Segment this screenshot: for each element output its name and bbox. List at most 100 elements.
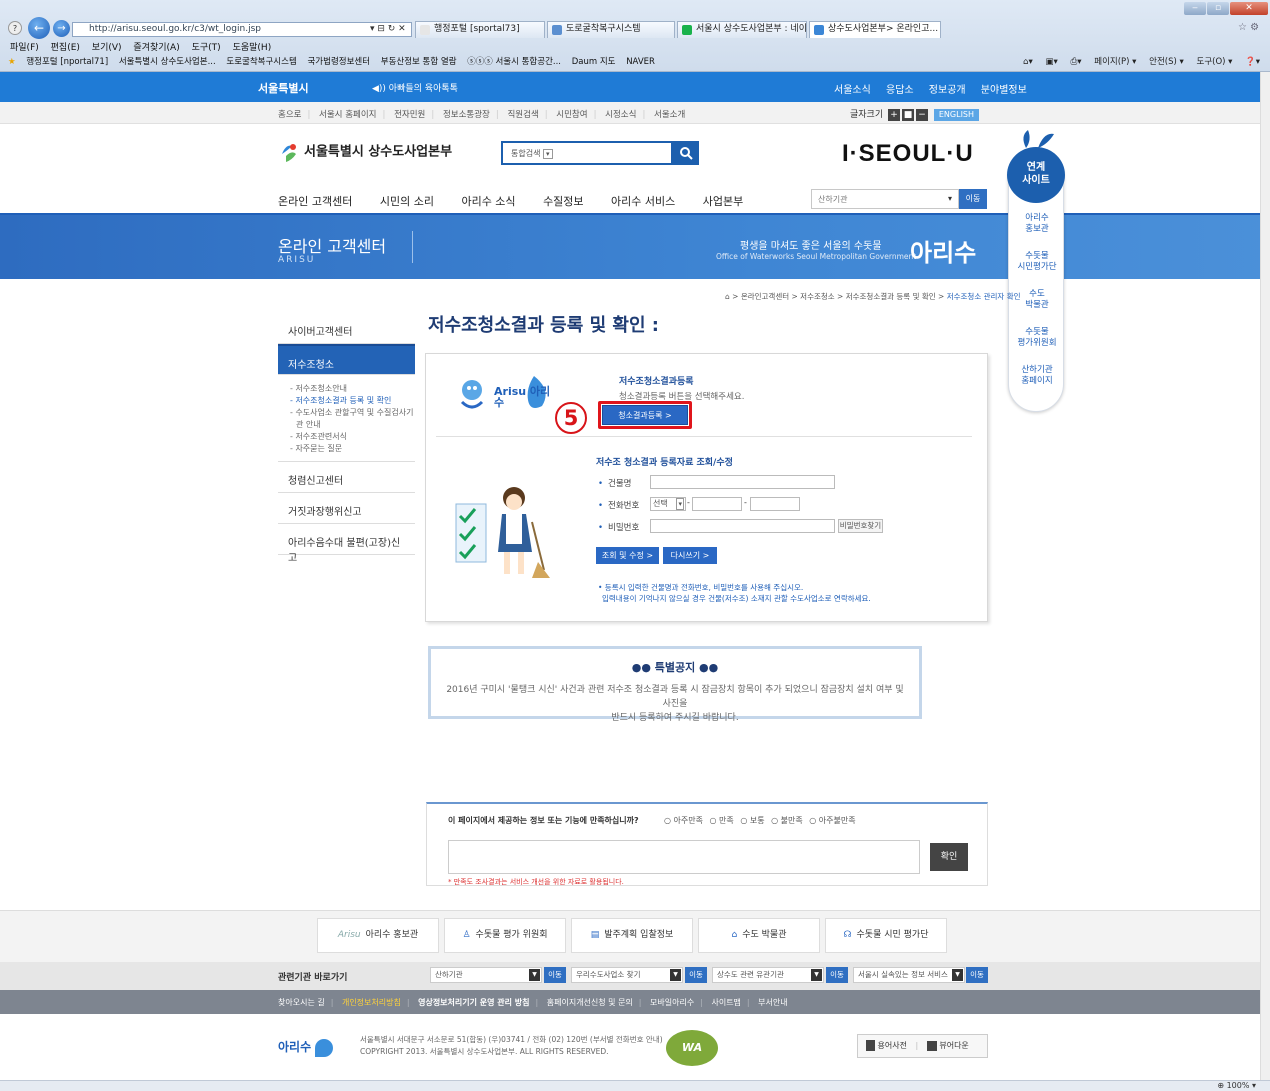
phone-middle-input[interactable] <box>692 497 742 511</box>
footer-link[interactable]: 모바일아리수 <box>650 998 694 1007</box>
gnb-item[interactable]: 수질정보 <box>543 195 583 208</box>
lnb-item-active[interactable]: 저수조청소 <box>278 344 415 375</box>
footer-banner-arisu[interactable]: Arisu 아리수 홍보관 <box>317 918 439 953</box>
lnb-sub-item[interactable]: - 저수조관련서식 <box>288 431 415 443</box>
cmd-safety[interactable]: 안전(S) ▾ <box>1149 57 1184 67</box>
org-select[interactable]: 산하기관 ▾ <box>811 189 959 209</box>
english-button[interactable]: ENGLISH <box>933 108 980 121</box>
quick-item[interactable]: 수돗물 평가위원회 <box>1009 327 1065 349</box>
fav-item[interactable]: 도로굴착복구시스템 <box>226 57 296 67</box>
survey-radio[interactable]: ○ 보통 <box>740 816 764 825</box>
zoom-level[interactable]: ⊕ 100% ▾ <box>1217 1081 1256 1090</box>
util-link[interactable]: 서울시 홈페이지 <box>319 110 376 120</box>
address-bar[interactable]: http://arisu.seoul.go.kr/c3/wt_login.jsp <box>72 22 412 37</box>
quick-item[interactable]: 산하기관 홈페이지 <box>1009 365 1065 387</box>
gnb-item[interactable]: 아리수 소식 <box>461 195 515 208</box>
util-link[interactable]: 전자민원 <box>394 110 425 120</box>
survey-radio[interactable]: ○ 아주불만족 <box>809 816 855 825</box>
search-scope-select[interactable]: 통합검색 ▾ <box>511 148 553 159</box>
footer-banner-bid[interactable]: ▤ 발주계획 입찰정보 <box>571 918 693 953</box>
util-link[interactable]: 정보소통광장 <box>443 110 490 120</box>
fav-item[interactable]: 서울특별시 상수도사업본... <box>119 57 216 67</box>
lnb-sub-item[interactable]: - 저수조청소안내 <box>288 383 415 395</box>
gnb-item[interactable]: 시민의 소리 <box>380 195 434 208</box>
top-link[interactable]: 응답소 <box>886 85 914 96</box>
home-icon[interactable]: ⌂▾ <box>1023 57 1033 67</box>
menu-view[interactable]: 보기(V) <box>92 43 122 53</box>
menu-favorites[interactable]: 즐겨찾기(A) <box>133 43 179 53</box>
address-bar-controls[interactable]: ▾ ⊟ ↻ ✕ <box>370 24 406 34</box>
lnb-item[interactable]: 청렴신고센터 <box>278 462 415 493</box>
footer-select[interactable]: 우리수도사업소 찾기 <box>571 967 683 983</box>
favorites-star-icon[interactable]: ★ <box>8 57 16 67</box>
phone-last-input[interactable] <box>750 497 800 511</box>
gnb-item[interactable]: 사업본부 <box>703 195 743 208</box>
tab-arisu[interactable]: 상수도사업본부> 온라인고... × <box>809 21 941 38</box>
find-password-button[interactable]: 비밀번호찾기 <box>838 519 883 533</box>
vertical-scrollbar[interactable] <box>1260 72 1270 1080</box>
util-link[interactable]: 시정소식 <box>605 110 636 120</box>
footer-link-privacy[interactable]: 개인정보처리방침 <box>342 998 401 1007</box>
font-increase-button[interactable]: + <box>888 108 900 121</box>
footer-link[interactable]: 영상정보처리기기 운영 관리 방침 <box>418 998 529 1007</box>
search-input[interactable]: 통합검색 ▾ <box>501 141 673 165</box>
dictionary-link[interactable]: 용어사전 <box>878 1041 907 1050</box>
top-slogan[interactable]: ◀)) 아빠들의 육아톡톡 <box>372 81 458 94</box>
survey-comment-input[interactable] <box>448 840 920 874</box>
menu-tools[interactable]: 도구(T) <box>192 43 221 53</box>
footer-go-button[interactable]: 이동 <box>826 967 848 983</box>
search-edit-button[interactable]: 조회 및 수정 > <box>596 547 659 564</box>
footer-banner-museum[interactable]: ⌂ 수도 박물관 <box>698 918 820 953</box>
menu-file[interactable]: 파일(F) <box>10 43 39 53</box>
fav-item[interactable]: 국가법령정보센터 <box>307 57 370 67</box>
util-link[interactable]: 홈으로 <box>278 110 301 120</box>
org-go-button[interactable]: 이동 <box>959 189 987 209</box>
fav-item[interactable]: Daum 지도 <box>572 57 616 67</box>
survey-radio[interactable]: ○ 아주만족 <box>664 816 703 825</box>
help-icon[interactable]: ? <box>8 21 22 35</box>
quick-item[interactable]: 수돗물 시민평가단 <box>1009 251 1065 273</box>
util-link[interactable]: 서울소개 <box>654 110 685 120</box>
top-link[interactable]: 서울소식 <box>834 85 871 96</box>
font-decrease-button[interactable]: − <box>916 108 928 121</box>
close-icon[interactable]: ✕ <box>1230 2 1268 15</box>
site-brand[interactable]: 서울특별시 상수도사업본부 <box>278 140 452 164</box>
print-icon[interactable]: ⎙▾ <box>1070 57 1081 67</box>
forward-icon[interactable]: → <box>53 20 70 37</box>
reset-button[interactable]: 다시쓰기 > <box>663 547 717 564</box>
seoul-logo[interactable]: 서울특별시 <box>258 80 309 96</box>
fav-item[interactable]: 부동산정보 통합 열람 <box>381 57 457 67</box>
maximize-icon[interactable]: ▫ <box>1207 2 1229 15</box>
menu-edit[interactable]: 편집(E) <box>51 43 80 53</box>
lnb-item[interactable]: 거짓과장행위신고 <box>278 493 415 524</box>
survey-radio[interactable]: ○ 만족 <box>710 816 734 825</box>
fav-item[interactable]: NAVER <box>626 57 655 67</box>
footer-go-button[interactable]: 이동 <box>685 967 707 983</box>
building-input[interactable] <box>650 475 835 489</box>
survey-radio[interactable]: ○ 불만족 <box>771 816 803 825</box>
home-star-gear-icons[interactable]: ☆ ⚙ <box>1238 22 1259 33</box>
help-circle-icon[interactable]: ❓▾ <box>1245 57 1260 67</box>
feeds-icon[interactable]: ▣▾ <box>1045 57 1057 67</box>
lnb-sub-item[interactable]: - 수도사업소 관할구역 및 수질검사기관 안내 <box>288 407 415 431</box>
lnb-sub-item[interactable]: - 자주묻는 질문 <box>288 443 415 455</box>
viewer-download-link[interactable]: 뷰어다운 <box>939 1041 968 1050</box>
phone-prefix-select[interactable]: 선택 ▾ <box>650 497 686 511</box>
footer-go-button[interactable]: 이동 <box>544 967 566 983</box>
survey-submit-button[interactable]: 확인 <box>930 843 968 871</box>
font-reset-button[interactable]: ■ <box>902 108 914 121</box>
minimize-icon[interactable]: ‒ <box>1184 2 1206 15</box>
search-button[interactable] <box>673 141 699 165</box>
footer-banner-committee[interactable]: ♙ 수돗물 평가 위원회 <box>444 918 566 953</box>
password-input[interactable] <box>650 519 835 533</box>
footer-link[interactable]: 사이트맵 <box>711 998 740 1007</box>
gnb-item[interactable]: 아리수 서비스 <box>611 195 675 208</box>
footer-link[interactable]: 홈페이지개선신청 및 문의 <box>547 998 633 1007</box>
util-link[interactable]: 직원검색 <box>507 110 538 120</box>
cmd-tools[interactable]: 도구(O) ▾ <box>1197 57 1233 67</box>
top-link[interactable]: 정보공개 <box>929 85 966 96</box>
gnb-item[interactable]: 온라인 고객센터 <box>278 195 352 208</box>
tab-naver[interactable]: 서울시 상수도사업본부 : 네이... <box>677 21 807 38</box>
back-icon[interactable]: ← <box>28 17 50 39</box>
top-link[interactable]: 분야별정보 <box>981 85 1027 96</box>
